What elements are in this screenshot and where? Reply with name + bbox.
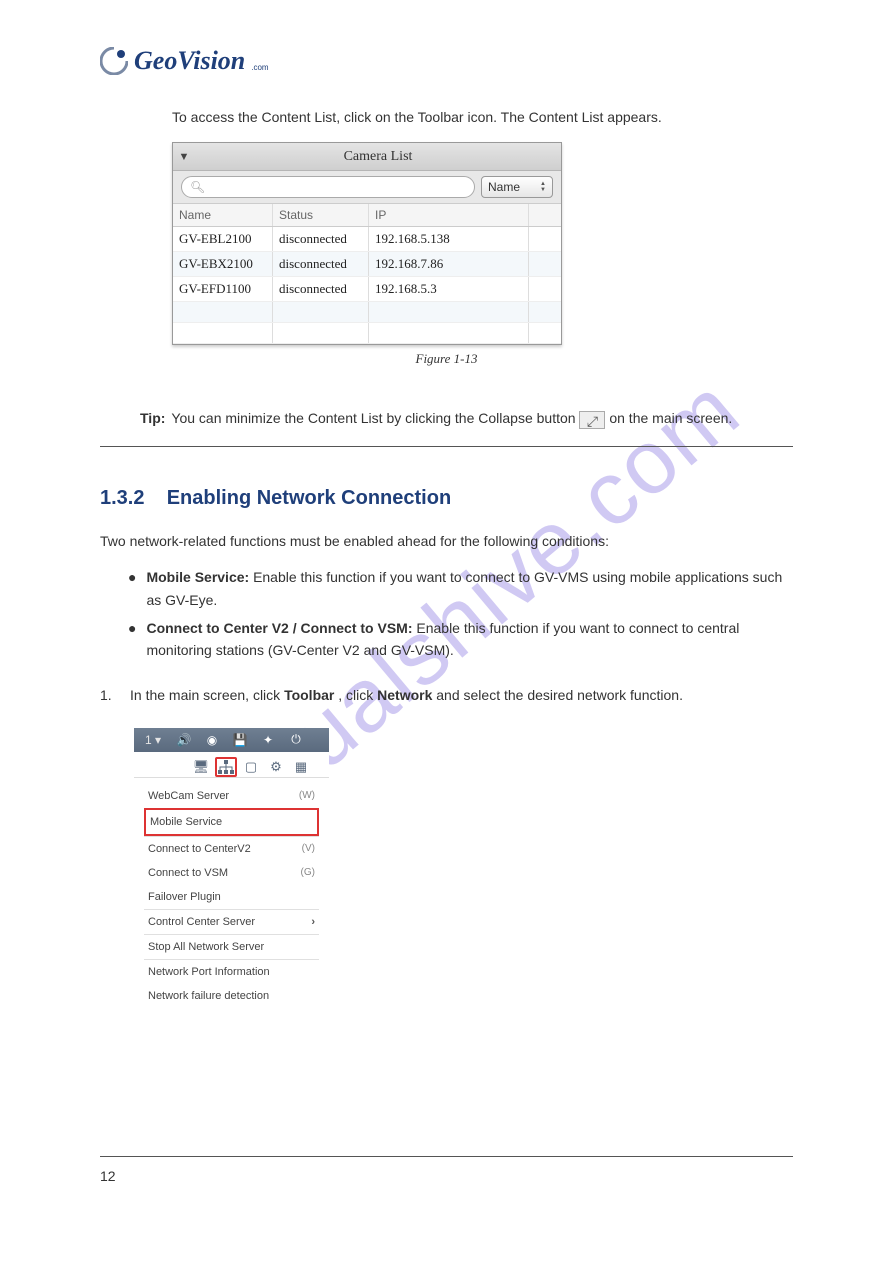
section-heading: 1.3.2 Enabling Network Connection: [100, 487, 793, 510]
menu-item-network-port-info[interactable]: Network Port Information: [144, 960, 319, 984]
window-icon[interactable]: ▢: [240, 757, 262, 777]
camera-list-body: GV-EBL2100 disconnected 192.168.5.138 GV…: [173, 227, 561, 344]
menu-item-connect-centerv2[interactable]: Connect to CenterV2 (V): [144, 837, 319, 861]
network-icon[interactable]: [215, 757, 237, 777]
menu-item-stop-all-network-server[interactable]: Stop All Network Server: [144, 935, 319, 959]
bullet-label: Connect to Center V2 / Connect to VSM:: [146, 620, 412, 636]
list-item: ● Mobile Service: Enable this function i…: [128, 566, 793, 611]
camera-list-header: Name Status IP: [173, 204, 561, 227]
cell-ip: 192.168.5.138: [369, 227, 529, 251]
camera-list-search-row: 🔍︎ Name ▲▼: [173, 171, 561, 204]
brand-suffix: .com: [251, 63, 268, 72]
cell-ip: 192.168.7.86: [369, 252, 529, 276]
network-menu-screenshot: 1 ▾ 🔊 ◉ 💾 ✦ ⏻ 🖥 ▢ ⚙ ▦ WebCam Server (W): [134, 728, 329, 1018]
menu-item-failover-plugin[interactable]: Failover Plugin: [144, 885, 319, 909]
cell-ip: 192.168.5.3: [369, 277, 529, 301]
step-text: In the main screen, click Toolbar , clic…: [130, 684, 793, 708]
page-footer-rule: [100, 1156, 793, 1157]
section-intro: Two network-related functions must be en…: [100, 530, 793, 552]
save-icon[interactable]: 💾: [228, 731, 252, 749]
search-input[interactable]: [209, 180, 466, 195]
network-menu-list: WebCam Server (W) Mobile Service Connect…: [134, 778, 329, 1018]
table-row-empty: [173, 323, 561, 344]
search-box[interactable]: 🔍︎: [181, 176, 475, 198]
list-item: 1. In the main screen, click Toolbar , c…: [100, 684, 793, 708]
list-item: ● Connect to Center V2 / Connect to VSM:…: [128, 617, 793, 662]
table-row[interactable]: GV-EFD1100 disconnected 192.168.5.3: [173, 277, 561, 302]
tools-icon[interactable]: ✦: [256, 731, 280, 749]
power-icon[interactable]: ⏻: [284, 731, 308, 749]
section-number: 1.3.2: [100, 487, 144, 509]
tip-label: Tip:: [140, 407, 165, 429]
logo-mark-icon: [100, 47, 128, 75]
bullet-list: ● Mobile Service: Enable this function i…: [100, 566, 793, 662]
cell-name: GV-EBL2100: [173, 227, 273, 251]
cell-status: disconnected: [273, 252, 369, 276]
intro-text: To access the Content List, click on the…: [100, 106, 793, 128]
menu-item-control-center-server[interactable]: Control Center Server ›: [144, 910, 319, 934]
menu-topbar: 1 ▾ 🔊 ◉ 💾 ✦ ⏻: [134, 728, 329, 752]
menu-item-mobile-service[interactable]: Mobile Service: [144, 808, 319, 836]
col-header-ip[interactable]: IP: [369, 204, 529, 226]
col-header-blank: [529, 204, 561, 226]
submenu-arrow-icon: ›: [311, 916, 315, 928]
page-number: 12: [100, 1168, 116, 1184]
sort-button-label: Name: [488, 180, 520, 194]
camera-list-panel: ▼ Camera List 🔍︎ Name ▲▼ Name Status IP …: [172, 142, 562, 345]
menu-secondary-bar: 🖥 ▢ ⚙ ▦: [134, 752, 329, 778]
bullet-icon: ●: [128, 566, 136, 611]
section-title-text: Enabling Network Connection: [167, 487, 451, 509]
menu-item-network-failure-detection[interactable]: Network failure detection: [144, 984, 319, 1008]
step-number: 1.: [100, 684, 122, 708]
search-icon: 🔍︎: [190, 180, 205, 194]
col-header-status[interactable]: Status: [273, 204, 369, 226]
grid-icon[interactable]: ▦: [290, 757, 312, 777]
table-row[interactable]: GV-EBX2100 disconnected 192.168.7.86: [173, 252, 561, 277]
monitor-icon[interactable]: 🖥: [190, 757, 212, 777]
preview-icon[interactable]: ◉: [200, 731, 224, 749]
camera-list-title: Camera List: [195, 149, 561, 165]
section-divider: [100, 446, 793, 447]
camera-list-titlebar: ▼ Camera List: [173, 143, 561, 171]
bullet-icon: ●: [128, 617, 136, 662]
gear-icon[interactable]: ⚙: [265, 757, 287, 777]
audio-icon[interactable]: 🔊: [172, 731, 196, 749]
col-header-name[interactable]: Name: [173, 204, 273, 226]
menu-item-webcam-server[interactable]: WebCam Server (W): [144, 784, 319, 808]
cell-name: GV-EFD1100: [173, 277, 273, 301]
tip-text: You can minimize the Content List by cli…: [171, 407, 773, 429]
bullet-label: Mobile Service:: [146, 569, 249, 585]
brand-name: GeoVision: [134, 46, 245, 76]
cell-name: GV-EBX2100: [173, 252, 273, 276]
collapse-button-icon: [579, 411, 605, 429]
collapse-arrow-icon[interactable]: ▼: [173, 151, 195, 163]
tip-row: Tip: You can minimize the Content List b…: [100, 407, 793, 429]
brand-logo: GeoVision .com: [100, 46, 793, 76]
numbered-list: 1. In the main screen, click Toolbar , c…: [100, 684, 793, 708]
stepper-icon: ▲▼: [540, 181, 546, 193]
screen-number[interactable]: 1 ▾: [138, 733, 168, 747]
cell-status: disconnected: [273, 227, 369, 251]
cell-status: disconnected: [273, 277, 369, 301]
figure-caption: Figure 1-13: [100, 351, 793, 367]
menu-item-connect-vsm[interactable]: Connect to VSM (G): [144, 861, 319, 885]
sort-by-name-button[interactable]: Name ▲▼: [481, 176, 553, 198]
table-row[interactable]: GV-EBL2100 disconnected 192.168.5.138: [173, 227, 561, 252]
table-row-empty: [173, 302, 561, 323]
